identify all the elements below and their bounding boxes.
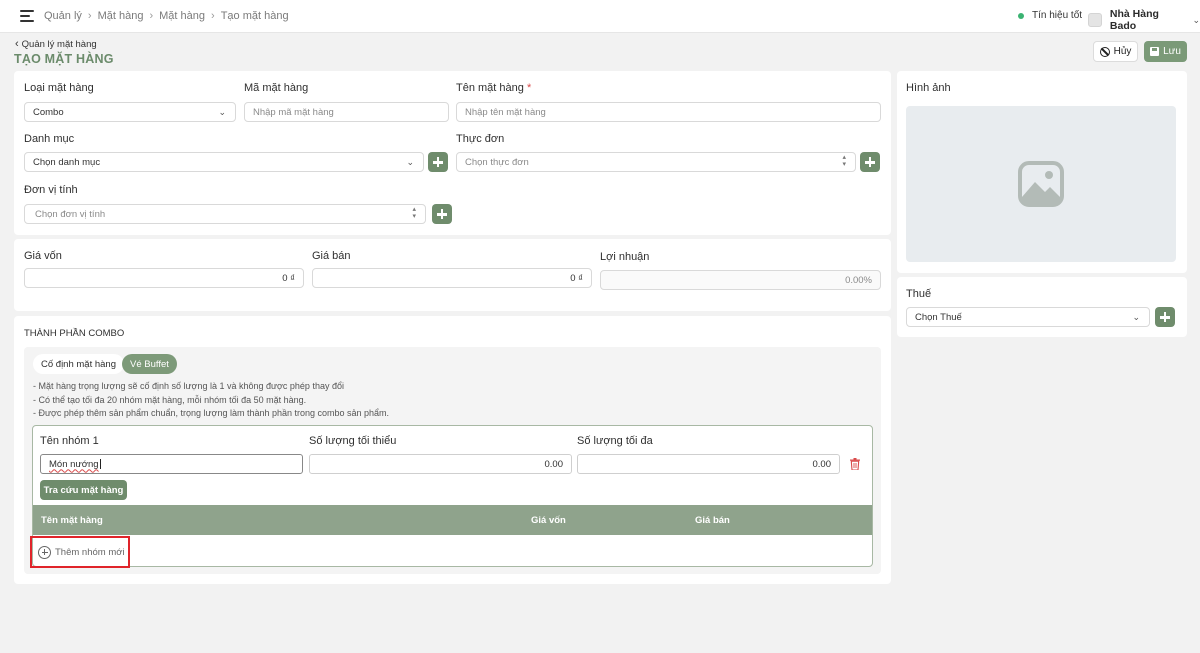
group-name-input[interactable]: Món nướng	[40, 454, 303, 474]
save-button-label: Lưu	[1163, 46, 1181, 57]
combo-section-title: THÀNH PHẦN COMBO	[24, 328, 125, 339]
item-name-input[interactable]: Nhập tên mặt hàng	[456, 102, 881, 122]
back-link[interactable]: ‹ Quản lý mặt hàng	[15, 38, 97, 50]
item-name-label: Tên mặt hàng *	[456, 82, 531, 94]
add-category-button[interactable]	[428, 152, 448, 172]
item-code-label: Mã mặt hàng	[244, 82, 309, 94]
store-name: Nhà Hàng Bado	[1109, 8, 1159, 32]
tab-buffet-ticket[interactable]: Vé Buffet	[122, 354, 177, 374]
profit-field: 0.00%	[600, 270, 881, 290]
combo-notes: - Mặt hàng trọng lượng sẽ cố định số lượ…	[33, 380, 389, 421]
image-label: Hình ảnh	[906, 82, 951, 94]
back-link-label: Quản lý mặt hàng	[21, 38, 97, 50]
tax-placeholder: Chọn Thuế	[915, 311, 962, 323]
required-mark: *	[526, 82, 532, 94]
column-header: Tên mặt hàng	[41, 515, 103, 526]
cost-price-input[interactable]: 0 ₫	[24, 268, 304, 288]
breadcrumb: Quản lý › Mặt hàng › Mặt hàng › Tạo mặt …	[44, 10, 289, 22]
column-header: Giá bán	[695, 515, 730, 526]
sale-price-label: Giá bán	[312, 250, 351, 262]
item-name-placeholder: Nhập tên mặt hàng	[465, 106, 546, 118]
add-menu-button[interactable]	[860, 152, 880, 172]
top-bar: Quản lý › Mặt hàng › Mặt hàng › Tạo mặt …	[0, 0, 1200, 33]
lookup-items-button[interactable]: Tra cứu mặt hàng	[40, 480, 127, 500]
store-switcher[interactable]: Nhà Hàng Bado ⌄	[1088, 8, 1200, 32]
category-label: Danh mục	[24, 133, 75, 145]
item-name-label-text: Tên mặt hàng	[456, 82, 524, 94]
menu-placeholder: Chọn thực đơn	[465, 156, 529, 168]
page-title: TẠO MẶT HÀNG	[14, 52, 114, 66]
sort-arrows-icon: ▴ ▾	[842, 154, 846, 168]
item-type-value: Combo	[33, 106, 64, 118]
breadcrumb-current: Tạo mặt hàng	[220, 10, 289, 22]
unit-select[interactable]: Chọn đơn vị tính ▴ ▾	[24, 204, 426, 224]
chevron-down-icon: ⌄	[1132, 312, 1140, 322]
tax-select[interactable]: Chọn Thuế ⌄	[906, 307, 1150, 327]
max-quantity-input[interactable]: 0.00	[577, 454, 840, 474]
add-unit-button[interactable]	[432, 204, 452, 224]
category-placeholder: Chọn danh mục	[33, 156, 101, 168]
chevron-right-icon: ›	[149, 10, 154, 22]
cancel-button[interactable]: Hủy	[1093, 41, 1138, 62]
min-quantity-input[interactable]: 0.00	[309, 454, 572, 474]
highlight-box	[30, 536, 130, 568]
sale-price-value: 0 ₫	[570, 272, 583, 284]
group-name-label: Tên nhóm 1	[40, 435, 99, 447]
column-header: Giá vốn	[531, 515, 566, 526]
connection-status-label: Tín hiệu tốt	[1032, 10, 1083, 21]
chevron-right-icon: ›	[211, 10, 215, 22]
unit-label: Đơn vị tính	[24, 184, 78, 196]
items-table-header: Tên mặt hàng Giá vốn Giá bán	[33, 505, 872, 535]
chevron-down-icon: ⌄	[1192, 14, 1200, 25]
save-button[interactable]: Lưu	[1144, 41, 1187, 62]
chevron-down-icon: ⌄	[406, 157, 414, 167]
menu-label: Thực đơn	[456, 133, 505, 145]
breadcrumb-item[interactable]: Mặt hàng	[159, 10, 205, 22]
save-icon	[1150, 47, 1160, 56]
profit-value: 0.00%	[845, 274, 872, 286]
item-code-input[interactable]: Nhập mã mặt hàng	[244, 102, 449, 122]
category-select[interactable]: Chọn danh mục ⌄	[24, 152, 424, 172]
menu-select[interactable]: Chọn thực đơn ▴ ▾	[456, 152, 856, 172]
group-name-value: Món nướng	[49, 458, 99, 470]
breadcrumb-item[interactable]: Mặt hàng	[98, 10, 144, 22]
max-quantity-label: Số lượng tối đa	[577, 435, 653, 447]
sale-price-input[interactable]: 0 ₫	[312, 268, 592, 288]
status-dot-icon	[1018, 12, 1024, 19]
min-quantity-value: 0.00	[544, 458, 564, 470]
tax-label: Thuế	[906, 288, 932, 300]
store-logo-icon	[1088, 13, 1102, 27]
chevron-down-icon: ⌄	[218, 107, 226, 117]
min-quantity-label: Số lượng tối thiểu	[309, 435, 397, 447]
chevron-right-icon: ›	[87, 10, 92, 22]
profit-label: Lợi nhuận	[600, 251, 650, 263]
trash-icon[interactable]	[850, 458, 860, 470]
breadcrumb-item[interactable]: Quản lý	[44, 10, 82, 22]
chevron-left-icon: ‹	[15, 38, 19, 50]
item-type-select[interactable]: Combo ⌄	[24, 102, 236, 122]
cancel-button-label: Hủy	[1113, 46, 1132, 57]
image-upload-area[interactable]	[906, 106, 1176, 262]
max-quantity-value: 0.00	[812, 458, 832, 470]
add-tax-button[interactable]	[1155, 307, 1175, 327]
cost-price-value: 0 ₫	[282, 272, 295, 284]
item-code-placeholder: Nhập mã mặt hàng	[253, 106, 334, 118]
sort-arrows-icon: ▴ ▾	[412, 206, 416, 220]
text-cursor	[99, 459, 101, 469]
ban-icon	[1099, 46, 1110, 57]
combo-group	[32, 425, 873, 567]
tab-fixed-items[interactable]: Cố định mặt hàng	[33, 354, 124, 374]
cost-price-label: Giá vốn	[24, 250, 62, 262]
combo-note: - Có thể tạo tối đa 20 nhóm mặt hàng, mỗ…	[33, 394, 307, 405]
combo-note: - Được phép thêm sản phẩm chuẩn, trọng l…	[33, 408, 390, 418]
combo-note: - Mặt hàng trọng lượng sẽ cố định số lượ…	[33, 381, 344, 391]
item-type-label: Loại mặt hàng	[24, 82, 94, 94]
menu-icon[interactable]	[20, 10, 34, 22]
unit-placeholder: Chọn đơn vị tính	[35, 208, 106, 220]
connection-status: Tín hiệu tốt	[1018, 10, 1082, 21]
image-placeholder-icon	[1018, 161, 1064, 207]
